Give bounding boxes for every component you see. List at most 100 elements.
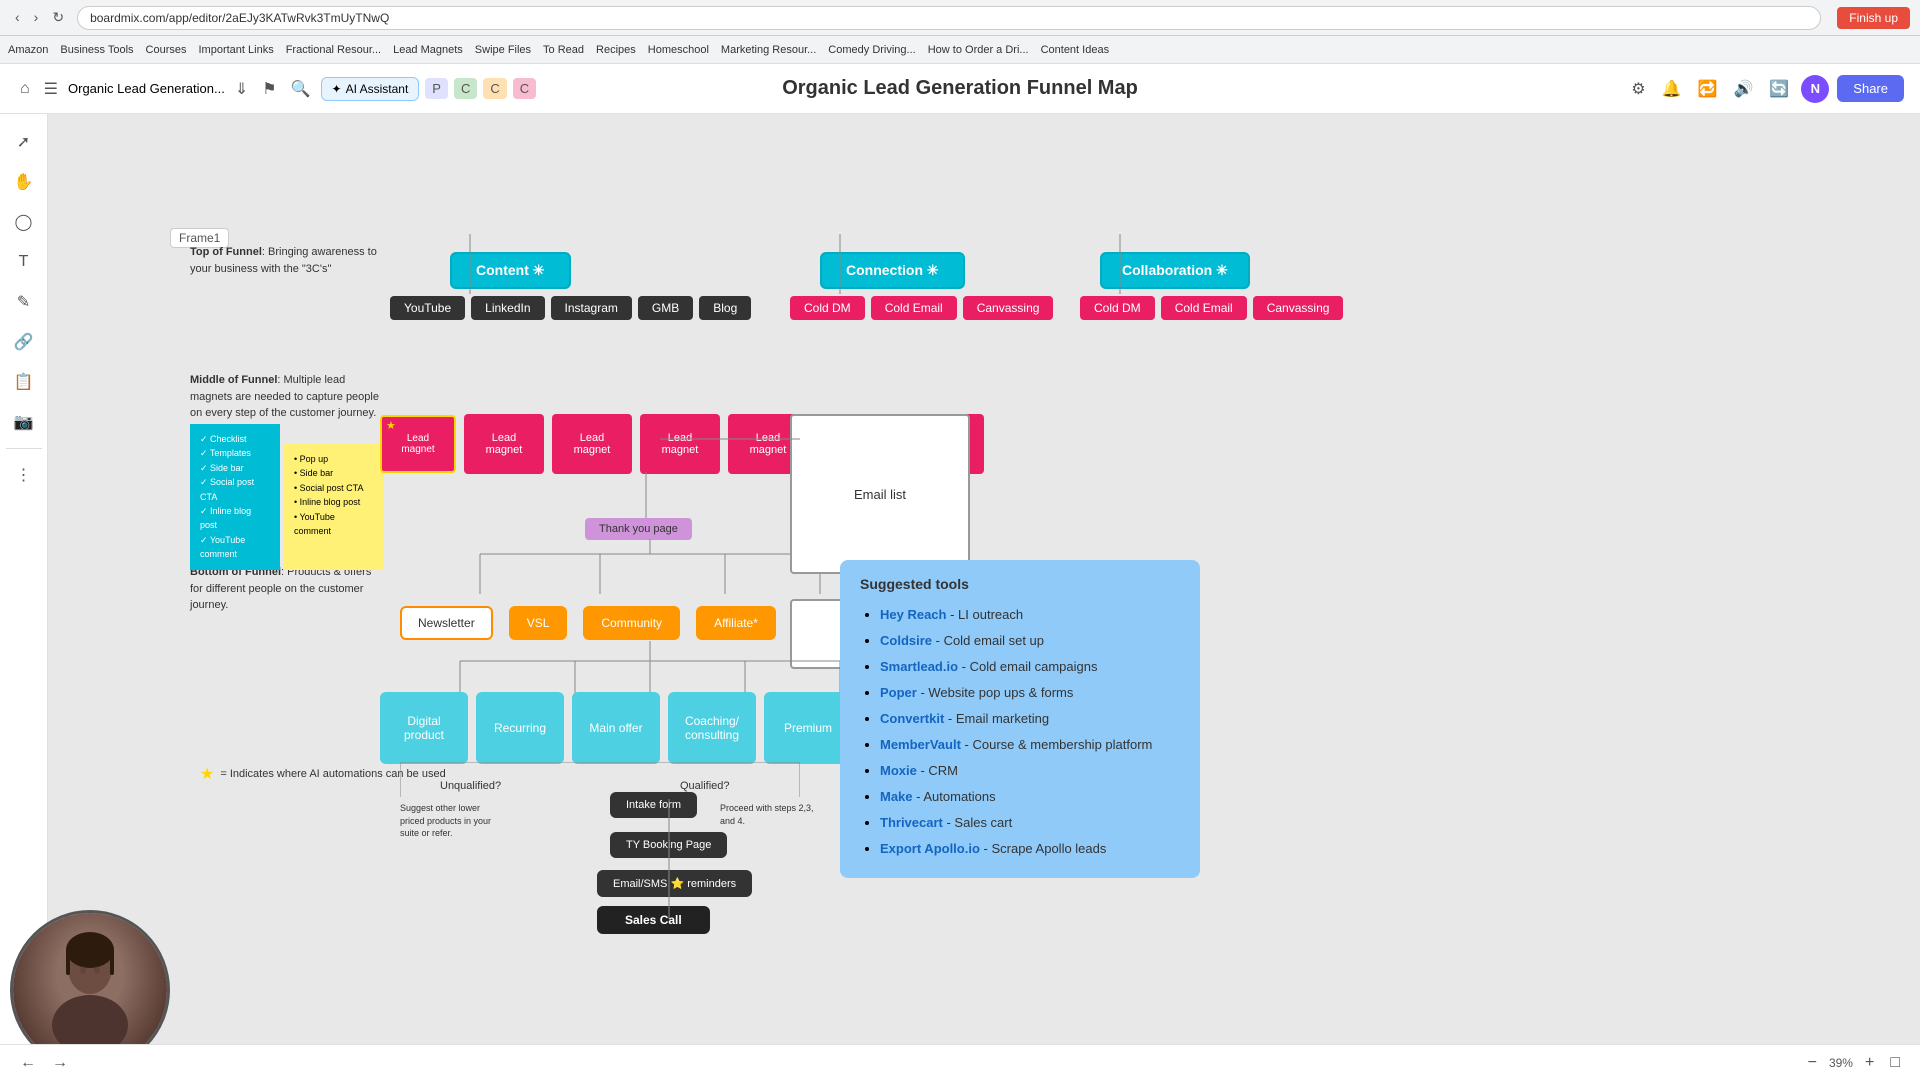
fit-to-screen-button[interactable]: □ [1886,1050,1904,1076]
tool-c1[interactable]: C [454,78,477,99]
bookmark-comedy[interactable]: Comedy Driving... [828,44,915,56]
toolbar-icon-2[interactable]: 🔔 [1658,75,1686,103]
tool-convertkit-desc: - Email marketing [944,711,1049,726]
email-list-label: Email list [854,487,906,502]
top-of-funnel-label: Top of Funnel: Bringing awareness to you… [190,244,380,277]
newsletter-btn[interactable]: Newsletter [400,606,493,640]
tool-thrivecart-link[interactable]: Thrivecart [880,815,943,830]
share-button[interactable]: Share [1837,75,1904,102]
tool-smartlead: Smartlead.io - Cold email campaigns [880,654,1180,680]
yellow-yt: • YouTube comment [294,510,374,539]
product-main-offer: Main offer [572,692,660,764]
sidebar-text-tool[interactable]: T [6,244,42,280]
reload-button[interactable]: ↻ [47,7,69,28]
bookmark-marketing[interactable]: Marketing Resour... [721,44,816,56]
collab-cold-dm[interactable]: Cold DM [1080,296,1155,320]
bookmark-lead-magnets[interactable]: Lead Magnets [393,44,463,56]
channel-youtube[interactable]: YouTube [390,296,465,320]
finish-button[interactable]: Finish up [1837,7,1910,29]
zoom-out-button[interactable]: − [1804,1050,1821,1076]
address-bar[interactable]: boardmix.com/app/editor/2aEJy3KATwRvk3Tm… [77,6,1821,30]
tool-membervault-link[interactable]: MemberVault [880,737,961,752]
bookmark-how-to-order[interactable]: How to Order a Dri... [928,44,1029,56]
zoom-in-button[interactable]: + [1861,1050,1878,1076]
teal-sticky-templates: ✓ Templates [200,446,270,460]
connection-box-label: Connection ✳ [846,262,939,278]
tool-c2[interactable]: C [483,78,506,99]
channel-instagram[interactable]: Instagram [551,296,632,320]
collab-cold-email[interactable]: Cold Email [1161,296,1247,320]
sidebar-cursor-tool[interactable]: ➚ [6,124,42,160]
bookmark-to-read[interactable]: To Read [543,44,584,56]
sales-call-label: Sales Call [625,913,682,927]
tool-convertkit-link[interactable]: Convertkit [880,711,944,726]
tool-make-link[interactable]: Make [880,789,913,804]
collab-canvassing[interactable]: Canvassing [1253,296,1344,320]
bookmark-courses[interactable]: Courses [146,44,187,56]
tool-c3[interactable]: C [513,78,536,99]
menu-button[interactable]: ☰ [40,75,62,103]
bookmark-recipes[interactable]: Recipes [596,44,636,56]
tool-poper-link[interactable]: Poper [880,685,917,700]
toolbar-icon-1[interactable]: ⚙ [1627,75,1649,103]
redo-button[interactable]: → [48,1050,72,1076]
yellow-social: • Social post CTA [294,481,374,495]
suggested-tools-panel: Suggested tools Hey Reach - LI outreach … [840,560,1200,878]
bookmark-button[interactable]: ⚑ [258,75,280,103]
qualified-label: Qualified? [680,780,730,792]
browser-navigation[interactable]: ‹ › ↻ [10,7,69,28]
forward-button[interactable]: › [29,7,44,28]
tool-p[interactable]: P [425,78,448,99]
bottom-bar: ← → − 39% + □ [0,1044,1920,1080]
bookmark-amazon[interactable]: Amazon [8,44,48,56]
search-button[interactable]: 🔍 [287,75,315,103]
ai-assistant-btn[interactable]: ✦ AI Assistant [321,77,420,101]
email-options-row: Newsletter VSL Community Affiliate* [400,606,776,640]
sidebar-hand-tool[interactable]: ✋ [6,164,42,200]
undo-button[interactable]: ← [16,1050,40,1076]
back-button[interactable]: ‹ [10,7,25,28]
teal-sticky-checklist: ✓ Checklist [200,432,270,446]
home-button[interactable]: ⌂ [16,76,34,102]
connection-canvassing[interactable]: Canvassing [963,296,1054,320]
bookmark-swipe-files[interactable]: Swipe Files [475,44,531,56]
product-digital: Digital product [380,692,468,764]
connection-cold-dm[interactable]: Cold DM [790,296,865,320]
toolbar-icon-3[interactable]: 🔁 [1694,75,1722,103]
teal-sticky-sidebar: ✓ Side bar [200,461,270,475]
tool-coldsire-link[interactable]: Coldsire [880,633,932,648]
sidebar-image-tool[interactable]: 📷 [6,404,42,440]
bookmark-business-tools[interactable]: Business Tools [60,44,133,56]
proceed-text: Proceed with steps 2,3, and 4. [720,802,820,827]
toolbar-icon-5[interactable]: 🔄 [1765,75,1793,103]
tool-smartlead-desc: - Cold email campaigns [958,659,1097,674]
connection-box: Connection ✳ [820,252,965,289]
sidebar-more-tool[interactable]: ⋮ [6,457,42,493]
intake-form-box: Intake form [610,792,697,818]
channel-blog[interactable]: Blog [699,296,751,320]
affiliate-btn[interactable]: Affiliate* [696,606,776,640]
tool-export-apollo-link[interactable]: Export Apollo.io [880,841,980,856]
toolbar-icon-4[interactable]: 🔊 [1729,75,1757,103]
tool-make: Make - Automations [880,784,1180,810]
sidebar-sticky-tool[interactable]: 📋 [6,364,42,400]
sidebar-shapes-tool[interactable]: ◯ [6,204,42,240]
channel-linkedin[interactable]: LinkedIn [471,296,544,320]
bookmark-important-links[interactable]: Important Links [199,44,274,56]
star-icon: ★ [200,764,214,784]
tool-moxie-link[interactable]: Moxie [880,763,917,778]
bookmark-homeschool[interactable]: Homeschool [648,44,709,56]
email-list-box: Email list [790,414,970,574]
bookmark-content-ideas[interactable]: Content Ideas [1041,44,1110,56]
channel-gmb[interactable]: GMB [638,296,693,320]
vsl-btn[interactable]: VSL [509,606,568,640]
connection-cold-email[interactable]: Cold Email [871,296,957,320]
community-btn[interactable]: Community [583,606,680,640]
bookmark-fractional[interactable]: Fractional Resour... [286,44,381,56]
tool-hey-reach-link[interactable]: Hey Reach [880,607,946,622]
download-button[interactable]: ⇓ [231,75,252,103]
sidebar-connect-tool[interactable]: 🔗 [6,324,42,360]
tool-smartlead-link[interactable]: Smartlead.io [880,659,958,674]
sidebar-pen-tool[interactable]: ✎ [6,284,42,320]
product-coaching: Coaching/ consulting [668,692,756,764]
